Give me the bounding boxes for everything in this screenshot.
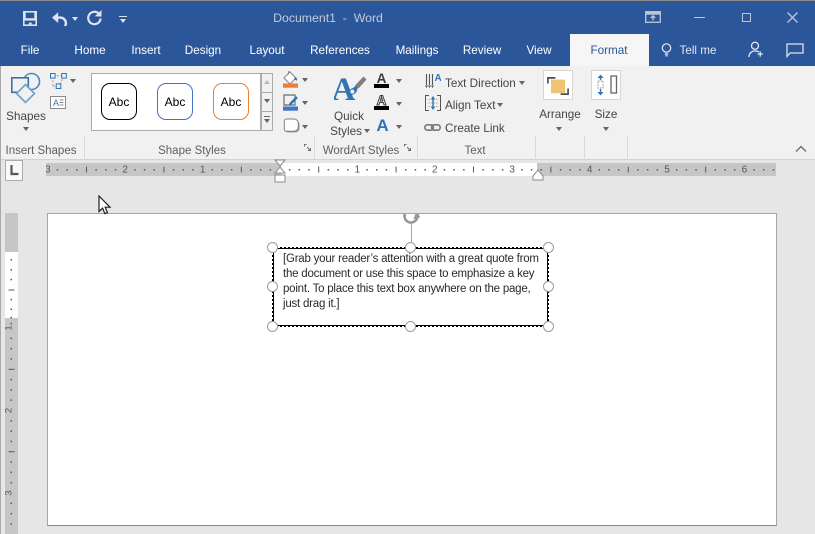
svg-text:5: 5 bbox=[664, 165, 670, 176]
svg-text:A: A bbox=[53, 98, 59, 108]
svg-text:3: 3 bbox=[46, 165, 51, 176]
svg-text:1: 1 bbox=[5, 325, 15, 330]
svg-text:2: 2 bbox=[432, 165, 438, 176]
svg-text:1: 1 bbox=[200, 165, 206, 176]
svg-text:3: 3 bbox=[509, 165, 515, 176]
svg-text:3: 3 bbox=[5, 490, 15, 495]
svg-text:A: A bbox=[334, 73, 356, 103]
svg-text:A: A bbox=[435, 73, 442, 84]
svg-text:6: 6 bbox=[742, 165, 748, 176]
svg-text:1: 1 bbox=[355, 165, 361, 176]
svg-text:2: 2 bbox=[5, 408, 15, 413]
svg-text:2: 2 bbox=[122, 165, 128, 176]
svg-text:4: 4 bbox=[587, 165, 593, 176]
